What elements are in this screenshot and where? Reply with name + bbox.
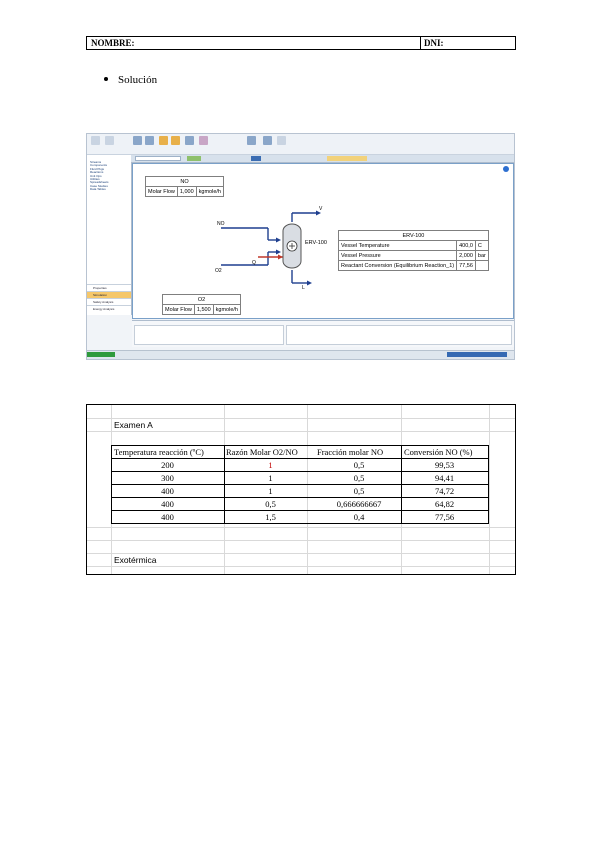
cell-conv: 94,41 — [434, 473, 455, 483]
cell-conv: 74,72 — [434, 486, 455, 496]
cell-conv: 77,56 — [434, 512, 455, 522]
pfd-canvas[interactable]: NO Molar Flow 1,000 kgmole/h O2 Molar Fl… — [132, 163, 514, 319]
zoom-slider[interactable] — [447, 352, 507, 357]
navigation-tree[interactable]: Streams Components Fluid Pkgs Reactions … — [90, 160, 109, 192]
header-table: NOMBRE: DNI: — [86, 36, 516, 50]
solver-status-indicator — [87, 352, 115, 357]
navigation-pane: Streams Components Fluid Pkgs Reactions … — [87, 155, 132, 315]
cell-temp: 300 — [161, 473, 174, 483]
label-l: L — [302, 285, 305, 291]
cut-icon[interactable] — [91, 136, 100, 145]
nav-safety[interactable]: Safety Analysis — [87, 298, 131, 305]
col-header-frac: Fracción molar NO — [317, 447, 384, 457]
section-title: Solución — [118, 74, 158, 86]
col-header-ratio: Razón Molar O2/NO — [226, 447, 298, 457]
label-o2: O2 — [215, 268, 222, 274]
cell-conv: 64,82 — [434, 499, 455, 509]
layout-icon[interactable] — [277, 136, 286, 145]
vapor-stream-line[interactable] — [291, 210, 321, 223]
nav-simulation[interactable]: Simulation — [87, 291, 131, 298]
cell-frac: 0,666666667 — [336, 499, 382, 509]
trace-window — [134, 325, 284, 345]
label-q: Q — [252, 260, 256, 266]
cell-frac: 0,5 — [353, 460, 365, 470]
cell-ratio: 1,5 — [265, 512, 276, 522]
shape-icon[interactable] — [199, 136, 208, 145]
nombre-cell: NOMBRE: — [87, 37, 421, 49]
label-no: NO — [217, 221, 225, 227]
label-v: V — [319, 206, 323, 212]
col-header-conv: Conversión NO (%) — [404, 447, 473, 457]
liquid-stream-line[interactable] — [291, 270, 312, 286]
label-reactor: ERV-100 — [305, 240, 327, 246]
col-header-temp: Temperatura reacción (ºC) — [114, 447, 204, 457]
cell-temp: 200 — [161, 460, 174, 470]
dni-label: DNI: — [424, 38, 444, 48]
models-icon[interactable] — [133, 136, 142, 145]
bullet-dot — [104, 77, 108, 82]
cell-ratio: 1 — [268, 473, 273, 483]
reactor-vessel-icon[interactable] — [282, 223, 302, 269]
trace-panel — [132, 320, 514, 347]
cell-ratio: 0,5 — [265, 499, 276, 509]
no-stream-line[interactable] — [221, 227, 281, 243]
flowsheet-tabbar — [131, 155, 514, 163]
zoom-icon[interactable] — [247, 136, 256, 145]
section-bullet: Solución — [104, 73, 157, 87]
sheet-note: Exotérmica — [114, 555, 157, 565]
nav-energy[interactable]: Energy Analysis — [87, 305, 131, 312]
palette-icon[interactable] — [145, 136, 154, 145]
cell-ratio: 1 — [268, 460, 273, 470]
cell-conv: 99,53 — [434, 460, 455, 470]
flowsheet-tab[interactable] — [135, 156, 181, 161]
cell-frac: 0,4 — [353, 512, 365, 522]
cell-frac: 0,5 — [353, 473, 365, 483]
cell-temp: 400 — [161, 499, 174, 509]
results-sheet: Examen A Temperatura reacción (ºC) Razón… — [86, 404, 516, 575]
sheet-title: Examen A — [114, 420, 153, 430]
active-tool-icon[interactable] — [159, 136, 168, 145]
copy-icon[interactable] — [105, 136, 114, 145]
cell-frac: 0,5 — [353, 486, 365, 496]
help-icon[interactable] — [503, 166, 509, 172]
message-window — [286, 325, 512, 345]
status-bar — [87, 350, 514, 359]
simulator-screenshot: Streams Components Fluid Pkgs Reactions … — [86, 133, 515, 360]
cell-temp: 400 — [161, 486, 174, 496]
energy-stream-line[interactable] — [258, 254, 283, 260]
nav-properties[interactable]: Properties — [87, 284, 131, 291]
cell-temp: 400 — [161, 512, 174, 522]
grid-icon[interactable] — [263, 136, 272, 145]
flowsheet-icon[interactable] — [171, 136, 180, 145]
palette-strip[interactable] — [327, 156, 367, 161]
blue-tool-icon[interactable] — [251, 156, 261, 161]
stream-icon[interactable] — [185, 136, 194, 145]
cell-ratio: 1 — [268, 486, 273, 496]
green-tool-icon[interactable] — [187, 156, 201, 161]
ribbon-toolbar — [87, 134, 514, 155]
nombre-label: NOMBRE: — [91, 38, 135, 48]
